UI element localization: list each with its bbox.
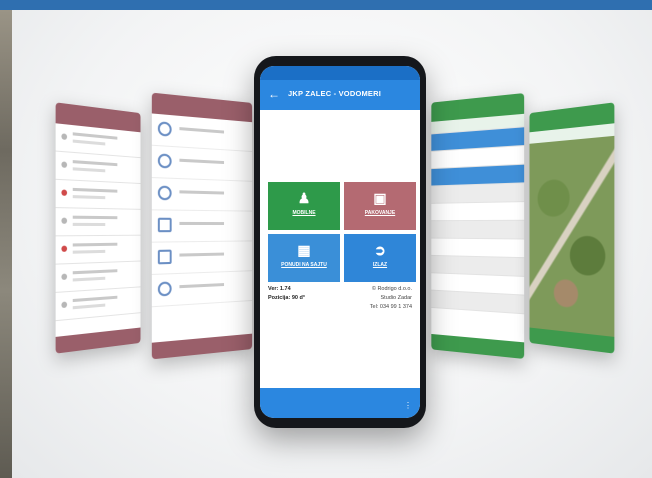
ponudi-tile[interactable]: ▦ PONUDI NA SAJTU <box>268 234 340 282</box>
menu-item <box>151 271 253 308</box>
menu-item <box>151 241 253 275</box>
person-icon: ♟ <box>297 190 311 206</box>
top-banner-bar <box>0 0 652 10</box>
map-view <box>529 135 615 337</box>
back-arrow-icon[interactable]: ← <box>268 87 280 101</box>
phone-text: Tel: 034 99 1 374 <box>369 304 412 310</box>
position-text: Pozicija: 90 d° <box>268 295 306 301</box>
app-bar: ← JKP ZALEC - VODOMERI <box>260 80 420 110</box>
more-options-icon[interactable]: ⋮ <box>404 401 412 410</box>
pakovanje-tile[interactable]: ▣ PAKOVANJE <box>344 182 416 230</box>
menu-item <box>151 210 253 243</box>
phone-screen-list <box>55 102 141 354</box>
phone-screen-menu <box>151 92 253 360</box>
mobilne-tile[interactable]: ♟ MOBILNE <box>268 182 340 230</box>
list-item <box>431 290 525 315</box>
grid-icon: ▦ <box>297 242 311 258</box>
background-stone-texture <box>0 10 12 478</box>
main-phone-screen: ← JKP ZALEC - VODOMERI ♟ MOBILNE ▣ PAKOV… <box>260 66 420 418</box>
list-item <box>55 235 141 265</box>
exit-icon: ➲ <box>374 242 386 258</box>
menu-item <box>151 178 253 212</box>
tile-label: MOBILNE <box>292 210 316 216</box>
search-icon <box>157 185 172 201</box>
barcode-icon <box>157 249 172 265</box>
list-item <box>431 220 525 240</box>
qr-icon <box>157 217 172 233</box>
star-icon <box>157 281 172 297</box>
status-bar <box>260 66 420 80</box>
box-icon: ▣ <box>373 190 387 206</box>
tile-label: PONUDI NA SAJTU <box>281 262 327 268</box>
tile-label: PAKOVANJE <box>364 210 396 216</box>
tile-label: IZLAZ <box>372 262 388 268</box>
list-item <box>431 183 525 204</box>
menu-item <box>151 145 253 182</box>
search-icon <box>157 153 172 169</box>
app-title: JKP ZALEC - VODOMERI <box>288 89 382 98</box>
list-item <box>55 151 141 184</box>
list-item <box>55 287 141 322</box>
company-text: © Rodrigo d.o.o. <box>371 286 412 292</box>
phone-screen-detail-list <box>431 93 525 359</box>
list-item <box>55 179 141 210</box>
list-item <box>55 208 141 237</box>
main-phone: ← JKP ZALEC - VODOMERI ♟ MOBILNE ▣ PAKOV… <box>254 56 426 428</box>
izlaz-tile[interactable]: ➲ IZLAZ <box>344 234 416 282</box>
studio-text: Studio Zadar <box>380 295 413 301</box>
version-text: Ver: 1.74 <box>268 286 291 292</box>
search-icon <box>157 121 172 137</box>
phone-screen-map <box>529 102 615 354</box>
bottom-bar: ⋮ <box>260 388 420 418</box>
list-item <box>431 202 525 222</box>
